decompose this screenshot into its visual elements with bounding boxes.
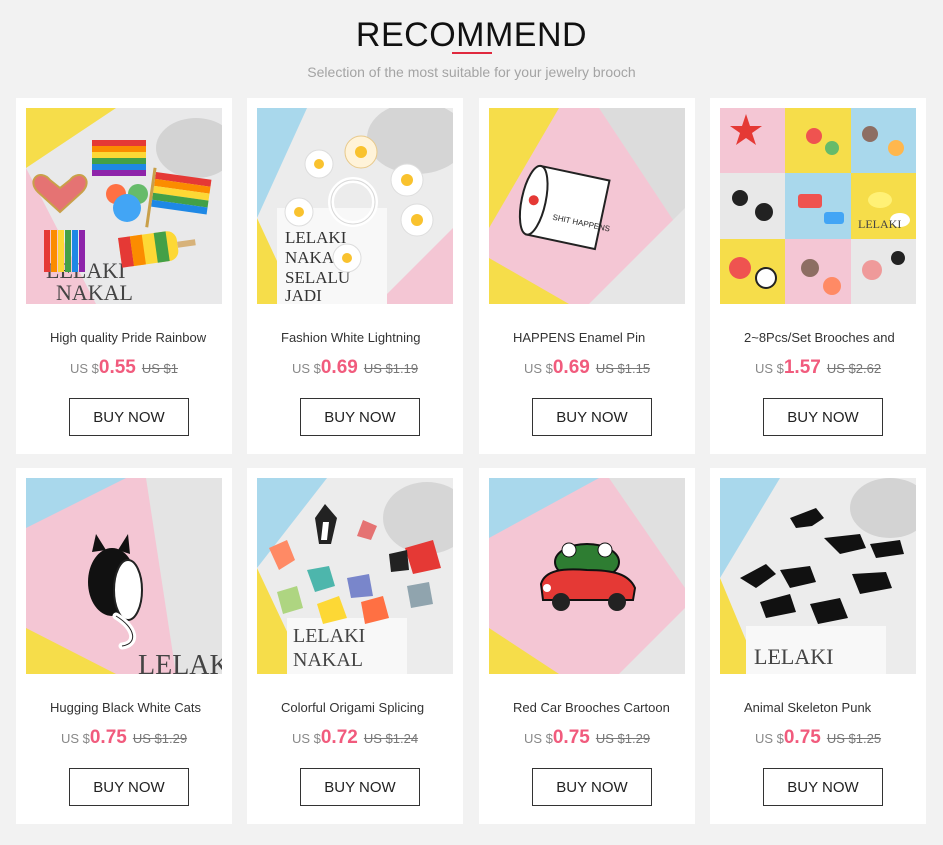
buy-now-button[interactable]: BUY NOW <box>763 768 883 806</box>
original-price: US $1.29 <box>132 731 188 746</box>
buy-now-button[interactable]: BUY NOW <box>532 768 652 806</box>
price-row: US $0.75 US $1.29 <box>16 727 232 749</box>
product-name[interactable]: 2~8Pcs/Set Brooches and Pins Cartoon Cat… <box>744 330 904 346</box>
price-row: US $0.69 US $1.19 <box>247 357 463 379</box>
svg-text:LELAKI: LELAKI <box>754 644 833 669</box>
origami-animal-pins-image[interactable]: LELAKI NAKAL <box>257 478 453 674</box>
price-amount: 1.57 <box>783 357 821 378</box>
price-currency: US $ <box>523 731 553 746</box>
price-amount: 0.69 <box>320 357 358 378</box>
price-row: US $0.69 US $1.15 <box>479 357 695 379</box>
svg-text:JADI: JADI <box>285 286 322 304</box>
original-price: US $1.24 <box>363 731 419 746</box>
price-currency: US $ <box>754 731 784 746</box>
price-row: US $0.55 US $1 <box>16 357 232 379</box>
dinosaur-skeleton-pins-image[interactable]: LELAKI <box>720 478 916 674</box>
price-amount: 0.75 <box>783 727 821 748</box>
original-price: US $1.19 <box>363 361 419 376</box>
buy-now-button[interactable]: BUY NOW <box>763 398 883 436</box>
product-name[interactable]: Red Car Brooches Cartoon Green Frog Driv… <box>513 700 673 716</box>
product-card[interactable]: SHIT HAPPENS HAPPENS Enamel Pin White Ro… <box>479 98 695 454</box>
original-price: US $1.15 <box>595 361 651 376</box>
product-name[interactable]: High quality Pride Rainbow Flag Brooch <box>50 330 210 346</box>
original-price: US $1.25 <box>826 731 882 746</box>
price-row: US $0.75 US $1.29 <box>479 727 695 749</box>
svg-text:NAKAL: NAKAL <box>293 649 363 671</box>
product-name[interactable]: Animal Skeleton Punk Enamel Pin Classic <box>744 700 904 716</box>
buy-now-button[interactable]: BUY NOW <box>532 398 652 436</box>
svg-text:LELAKI: LELAKI <box>858 217 901 231</box>
product-card[interactable]: LELAKI NAKAL SELALU JADI Fashion White L… <box>247 98 463 454</box>
price-currency: US $ <box>754 361 784 376</box>
hugging-cats-pin-image[interactable]: LELAKI <box>26 478 222 674</box>
product-name[interactable]: Colorful Origami Splicing Penguin Rabbit… <box>281 700 441 716</box>
buy-now-button[interactable]: BUY NOW <box>300 398 420 436</box>
product-card[interactable]: LELAKI Animal Skeleton Punk Enamel Pin C… <box>710 468 926 824</box>
price-currency: US $ <box>60 731 90 746</box>
price-currency: US $ <box>291 361 321 376</box>
original-price: US $2.62 <box>826 361 882 376</box>
buy-now-button[interactable]: BUY NOW <box>300 768 420 806</box>
section-subtitle: Selection of the most suitable for your … <box>307 64 636 80</box>
product-card[interactable]: LELAKI Hugging Black White Cats Brooch C… <box>16 468 232 824</box>
brooch-set-collage-image[interactable]: LELAKI <box>720 108 916 304</box>
price-amount: 0.75 <box>89 727 127 748</box>
original-price: US $1.29 <box>595 731 651 746</box>
title-underline <box>452 52 492 54</box>
section-title: RECOMMEND <box>355 16 588 54</box>
original-price: US $1 <box>141 361 179 376</box>
price-currency: US $ <box>69 361 99 376</box>
soccer-ball-pin-icon <box>755 267 777 289</box>
rainbow-pride-pins-image[interactable]: LELAKI NAKAL <box>26 108 222 304</box>
price-currency: US $ <box>523 361 553 376</box>
price-row: US $1.57 US $2.62 <box>710 357 926 379</box>
section-header: RECOMMEND Selection of the most suitable… <box>0 0 943 98</box>
magazine-text-nakal: NAKAL <box>56 280 133 304</box>
daisy-flower-pins-image[interactable]: LELAKI NAKAL SELALU JADI <box>257 108 453 304</box>
toilet-paper-pin-image[interactable]: SHIT HAPPENS <box>489 108 685 304</box>
price-row: US $0.72 US $1.24 <box>247 727 463 749</box>
price-amount: 0.69 <box>552 357 590 378</box>
product-card[interactable]: LELAKI NAKAL Colorful Origami Splicing P… <box>247 468 463 824</box>
product-card[interactable]: LELAKI NAKAL High quality Pride Rainbow … <box>16 98 232 454</box>
svg-text:LELAKI: LELAKI <box>138 650 222 674</box>
product-card[interactable]: LELAKI 2~8Pcs/Set Brooches and Pins Cart… <box>710 98 926 454</box>
buy-now-button[interactable]: BUY NOW <box>69 768 189 806</box>
price-currency: US $ <box>291 731 321 746</box>
product-name[interactable]: HAPPENS Enamel Pin White Roll Paper Broo… <box>513 330 673 346</box>
svg-text:LELAKI: LELAKI <box>285 228 347 247</box>
product-name[interactable]: Fashion White Lightning Daisy Flower Bro… <box>281 330 441 346</box>
product-card[interactable]: Red Car Brooches Cartoon Green Frog Driv… <box>479 468 695 824</box>
rainbow-flag-pin-icon <box>92 140 146 176</box>
frog-red-car-pin-image[interactable] <box>489 478 685 674</box>
svg-text:LELAKI: LELAKI <box>293 625 365 647</box>
product-name[interactable]: Hugging Black White Cats Brooch Cartoon … <box>50 700 210 716</box>
price-amount: 0.75 <box>552 727 590 748</box>
price-amount: 0.72 <box>320 727 358 748</box>
buy-now-button[interactable]: BUY NOW <box>69 398 189 436</box>
price-row: US $0.75 US $1.25 <box>710 727 926 749</box>
price-amount: 0.55 <box>98 357 136 378</box>
